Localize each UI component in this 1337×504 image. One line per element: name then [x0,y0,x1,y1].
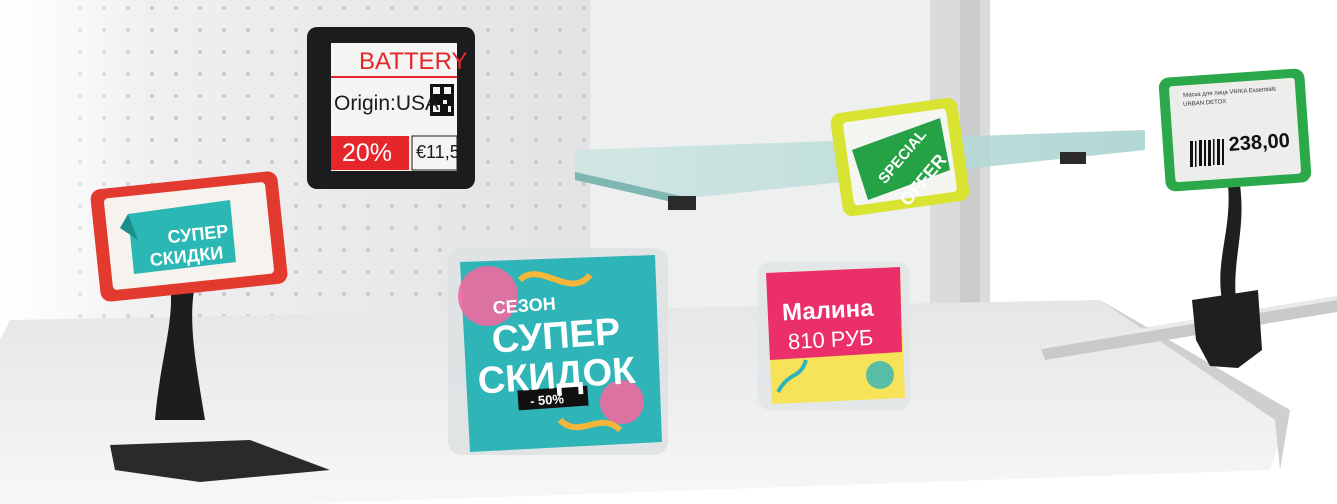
green-tag-price: 238,00 [1228,129,1291,156]
large-tag-line4: - 50% [529,391,564,408]
scene-svg: СУПЕР СКИДКИ СЕЗОН СУПЕР СКИДОК - 50% Ма… [0,0,1337,504]
battery-discount: 20% [342,139,393,167]
battery-origin: Origin:USA [334,92,440,115]
small-tag-line1: Малина [781,295,874,327]
shelf-bracket-left [668,196,696,210]
shelf-bracket-right [1060,152,1086,164]
battery-price: €11,55 [416,142,470,162]
battery-title: BATTERY [359,48,468,75]
small-tag-line2: 810 РУБ [787,325,874,354]
product-photo-scene: СУПЕР СКИДКИ СЕЗОН СУПЕР СКИДОК - 50% Ма… [0,0,1337,504]
